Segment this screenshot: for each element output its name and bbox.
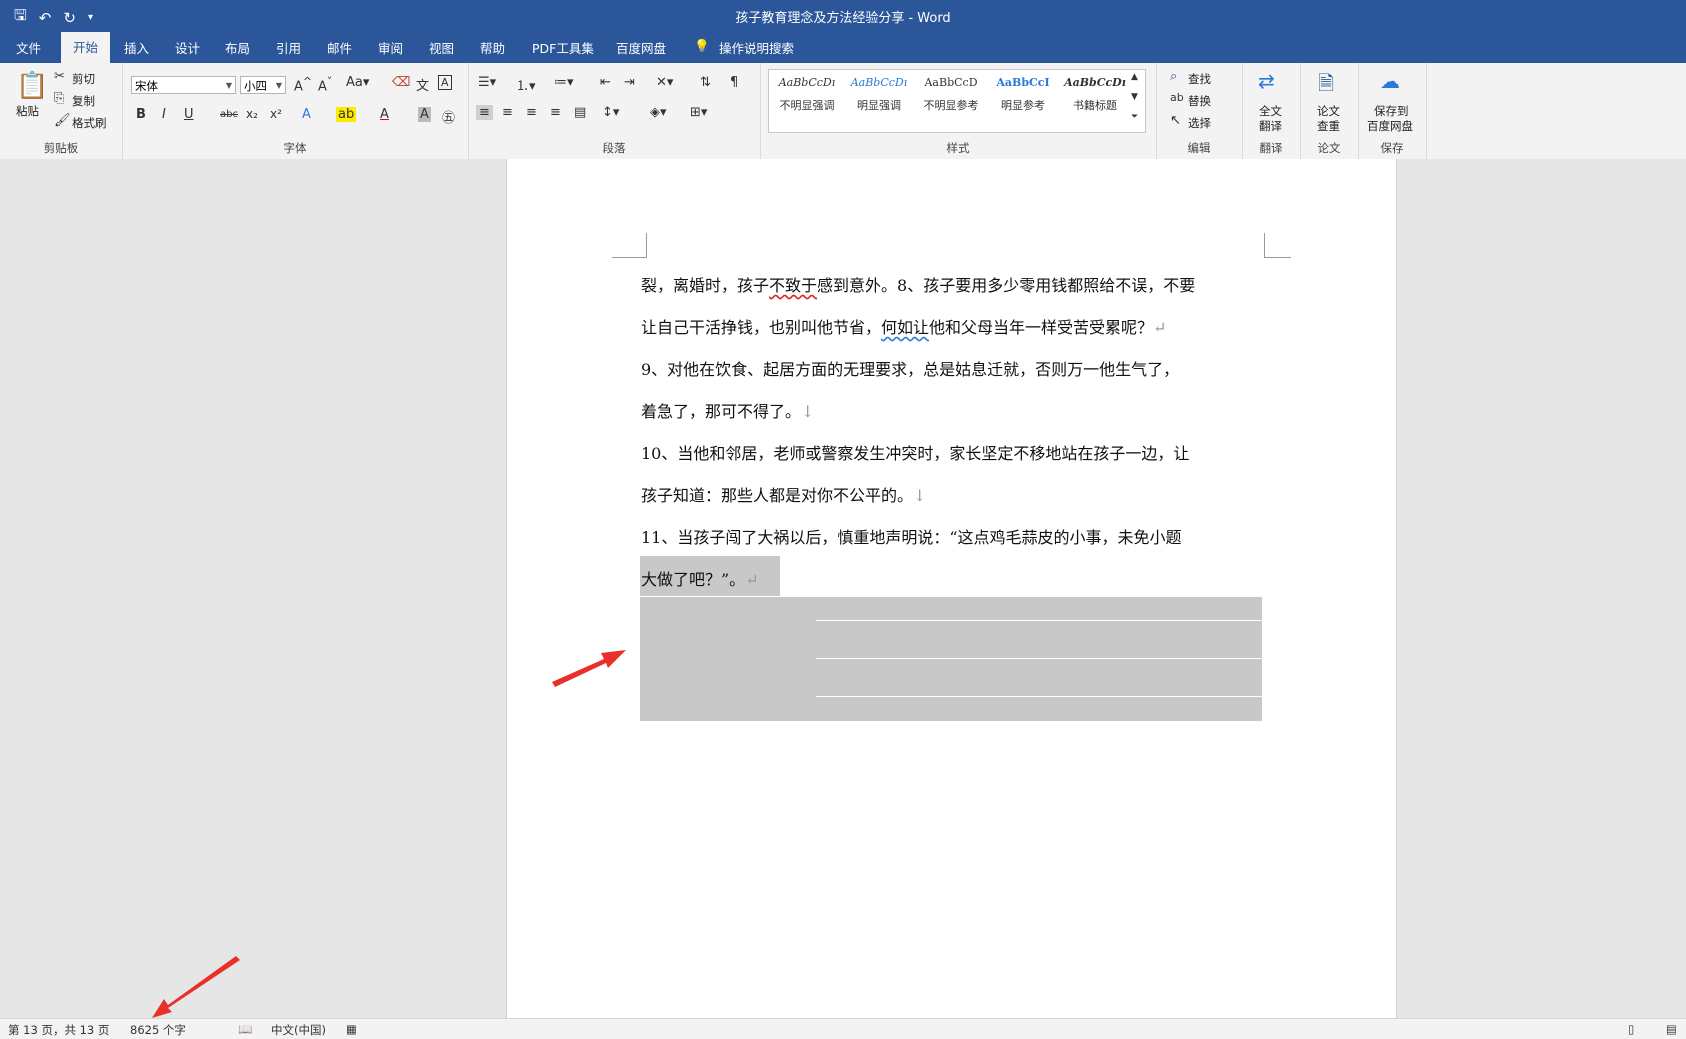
arrow-to-selection bbox=[552, 650, 626, 687]
status-bar: 第 13 页，共 13 页 8625 个字 📖 中文(中国) ▦ ▯ ▤ bbox=[0, 1018, 1686, 1039]
print-layout-icon[interactable]: ▤ bbox=[1666, 1022, 1677, 1036]
language[interactable]: 中文(中国) bbox=[271, 1022, 326, 1038]
page-count[interactable]: 第 13 页，共 13 页 bbox=[8, 1022, 109, 1038]
read-mode-icon[interactable]: ▯ bbox=[1628, 1022, 1634, 1036]
word-count[interactable]: 8625 个字 bbox=[130, 1022, 186, 1038]
annotation-arrows bbox=[152, 650, 626, 1018]
arrow-to-word-count bbox=[152, 956, 240, 1018]
macro-icon[interactable]: ▦ bbox=[346, 1022, 357, 1036]
proofing-icon[interactable]: 📖 bbox=[238, 1022, 252, 1036]
